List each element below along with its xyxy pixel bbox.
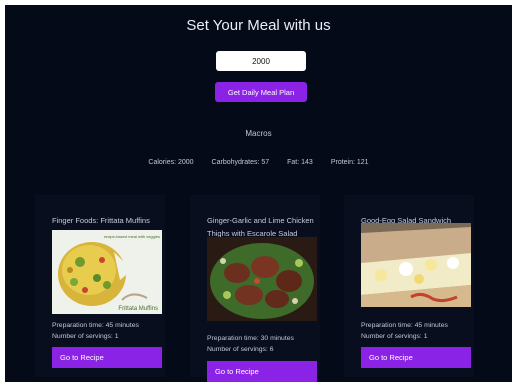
meal-card-1: Finger Foods: Frittata Muffins recipe-ba…: [35, 195, 165, 377]
go-to-recipe-button[interactable]: Go to Recipe: [207, 361, 317, 382]
meal-image-chicken-thighs: [207, 237, 317, 321]
image-corner-text: recipe-based meal with veggies: [104, 234, 160, 239]
get-meal-plan-button[interactable]: Get Daily Meal Plan: [215, 82, 307, 102]
servings: Number of servings: 6: [207, 345, 274, 353]
meal-image-egg-salad-sandwich: [361, 223, 471, 307]
macro-fat: Fat: 143: [287, 159, 313, 166]
meal-meta: Preparation time: 45 minutes Number of s…: [52, 321, 139, 342]
meal-planner-app: Set Your Meal with us Get Daily Meal Pla…: [5, 5, 512, 382]
calories-input[interactable]: [216, 51, 306, 71]
page-title: Set Your Meal with us: [186, 17, 331, 34]
meal-card-3: Good-Egg Salad Sandwich Preparation time…: [344, 195, 474, 377]
meal-title: Finger Foods: Frittata Muffins: [52, 216, 150, 225]
macro-protein: Protein: 121: [330, 159, 369, 166]
servings: Number of servings: 1: [361, 332, 428, 340]
macro-calories: Calories: 2000: [148, 159, 194, 166]
meal-card-2: Ginger-Garlic and Lime Chicken Thighs wi…: [190, 195, 320, 382]
macros-heading: Macros: [245, 129, 272, 138]
go-to-recipe-button[interactable]: Go to Recipe: [361, 347, 471, 368]
meal-meta: Preparation time: 45 minutes Number of s…: [361, 321, 448, 342]
prep-time: Preparation time: 45 minutes: [361, 322, 448, 329]
prep-time: Preparation time: 45 minutes: [52, 322, 139, 329]
prep-time: Preparation time: 30 minutes: [207, 335, 294, 342]
image-caption: Frittata Muffins: [118, 306, 158, 312]
go-to-recipe-button[interactable]: Go to Recipe: [52, 347, 162, 368]
macros-summary: Calories: 2000 Carbohydrates: 57 Fat: 14…: [5, 159, 512, 166]
macro-carbohydrates: Carbohydrates: 57: [211, 159, 270, 166]
meal-meta: Preparation time: 30 minutes Number of s…: [207, 334, 294, 355]
meal-image-frittata-muffins: recipe-based meal with veggies Frittata …: [52, 230, 162, 314]
servings: Number of servings: 1: [52, 332, 119, 340]
